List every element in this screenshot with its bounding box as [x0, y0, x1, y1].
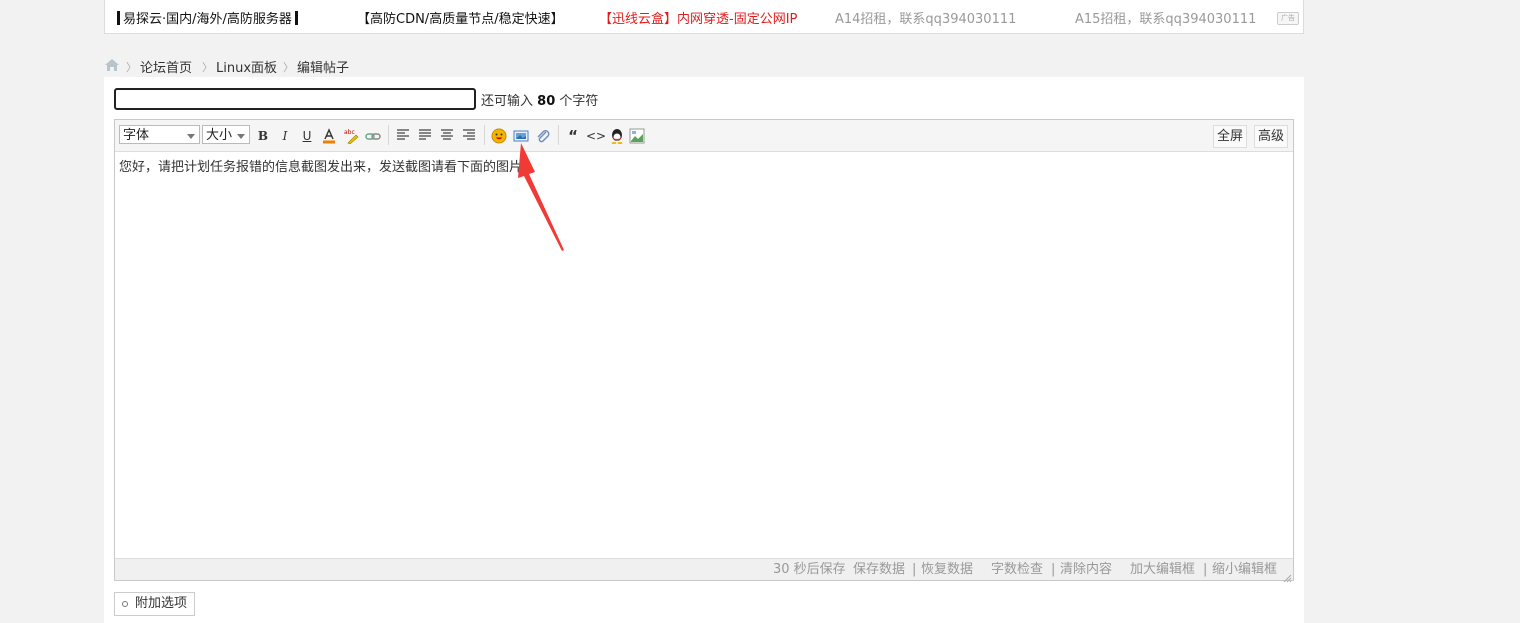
breadcrumb-separator-icon: 〉 — [126, 61, 137, 74]
link-icon[interactable] — [364, 127, 382, 145]
rich-text-editor: 字体 大小 B I U abc “ <> 全屏 高级 您好，请把计划任务报错的信… — [114, 119, 1294, 583]
ad-link-2[interactable]: 【高防CDN/高质量节点/稳定快速】 — [357, 8, 564, 27]
emoji-icon[interactable] — [490, 127, 508, 145]
underline-button[interactable]: U — [298, 127, 316, 145]
italic-button[interactable]: I — [276, 127, 294, 145]
align-justify-icon[interactable] — [416, 127, 434, 145]
fullscreen-button[interactable]: 全屏 — [1212, 125, 1247, 148]
clear-content-link[interactable]: 清除内容 — [1060, 559, 1112, 580]
toolbar-separator — [484, 125, 485, 145]
status-separator: | — [1051, 562, 1056, 577]
shrink-editor-link[interactable]: 缩小编辑框 — [1212, 559, 1277, 580]
extra-options-button[interactable]: 附加选项 — [114, 592, 196, 616]
resize-grip-icon[interactable] — [1282, 569, 1292, 583]
align-left-icon[interactable] — [394, 127, 412, 145]
remaining-chars-hint: 还可输入 80 个字符 — [481, 94, 599, 109]
ad-link-3[interactable]: 【迅线云盒】内网穿透-固定公网IP — [599, 8, 797, 27]
broken-image-icon[interactable] — [628, 127, 646, 145]
bullet-icon — [122, 601, 128, 607]
restore-data-link[interactable]: 恢复数据 — [921, 559, 973, 580]
save-data-link[interactable]: 保存数据 — [853, 559, 905, 580]
status-separator: | — [912, 562, 917, 577]
subject-input[interactable] — [114, 88, 476, 110]
align-right-icon[interactable] — [460, 127, 478, 145]
toolbar-separator — [388, 125, 389, 145]
font-size-select[interactable]: 大小 — [202, 125, 250, 144]
advanced-mode-button[interactable]: 高级 — [1253, 125, 1288, 148]
ad-link-1[interactable]: 易探云·国内/海外/高防服务器 — [117, 8, 298, 27]
breadcrumb-edit-post: 编辑帖子 — [297, 61, 350, 76]
annotation-arrow — [518, 143, 564, 251]
ad-link-5[interactable]: A15招租，联系qq394030111 — [1075, 8, 1256, 27]
font-color-icon[interactable] — [320, 127, 338, 145]
editor-status-bar: 30 秒后保存 保存数据 | 恢复数据 字数检查 | 清除内容 加大编辑框 | … — [115, 558, 1293, 583]
align-center-icon[interactable] — [438, 127, 456, 145]
autosave-countdown: 30 秒后保存 — [773, 562, 846, 577]
bold-button[interactable]: B — [254, 127, 272, 145]
ad-banner: 易探云·国内/海外/高防服务器 【高防CDN/高质量节点/稳定快速】 【迅线云盒… — [104, 0, 1304, 34]
breadcrumb-linux-panel[interactable]: Linux面板 — [216, 57, 277, 76]
enlarge-editor-link[interactable]: 加大编辑框 — [1130, 559, 1195, 580]
editor-toolbar: 字体 大小 B I U abc “ <> 全屏 高级 — [115, 120, 1293, 152]
toolbar-separator — [558, 125, 559, 145]
ad-link-4[interactable]: A14招租，联系qq394030111 — [835, 8, 1016, 27]
status-separator: | — [1203, 562, 1208, 577]
background-color-icon[interactable]: abc — [342, 127, 360, 145]
breadcrumb-separator-icon: 〉 — [202, 61, 213, 74]
code-button[interactable]: <> — [586, 127, 606, 145]
remaining-chars-count: 80 — [537, 94, 556, 109]
font-family-select[interactable]: 字体 — [119, 125, 200, 144]
home-icon[interactable] — [104, 58, 120, 72]
svg-text:abc: abc — [344, 129, 355, 136]
ad-tag: 广告 — [1277, 12, 1299, 25]
breadcrumb-forum-home[interactable]: 论坛首页 — [140, 57, 192, 76]
word-count-check-link[interactable]: 字数检查 — [991, 559, 1043, 580]
post-edit-panel: 还可输入 80 个字符 字体 大小 B I U abc “ <> 全屏 高级 您… — [104, 77, 1304, 623]
editor-content[interactable]: 您好，请把计划任务报错的信息截图发出来，发送截图请看下面的图片 — [115, 152, 1293, 557]
qq-icon[interactable] — [608, 127, 626, 145]
breadcrumb-separator-icon: 〉 — [283, 61, 294, 74]
